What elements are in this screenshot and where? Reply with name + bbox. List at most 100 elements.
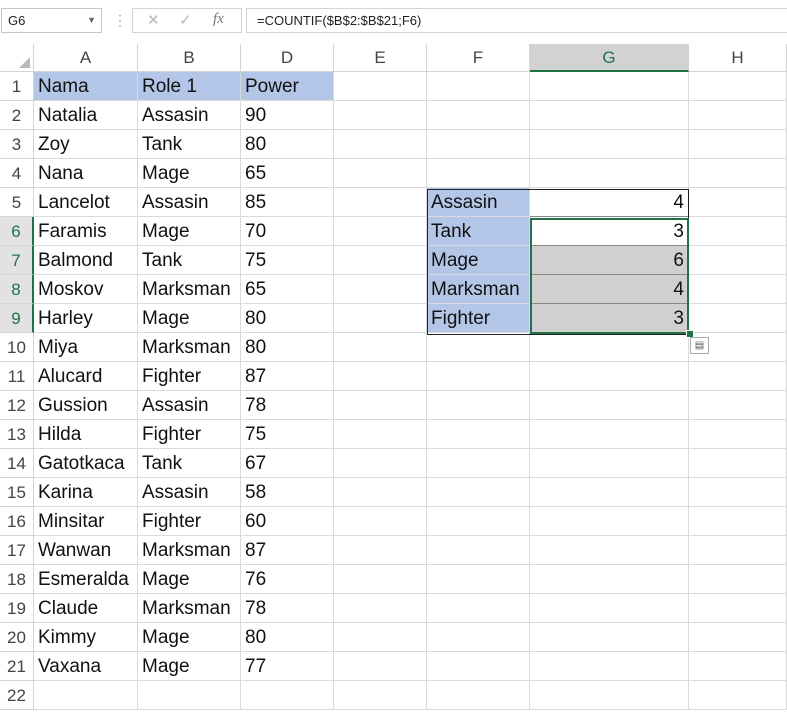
cell[interactable] [427, 420, 530, 449]
row-header-16[interactable]: 16 [0, 507, 34, 536]
cell[interactable] [334, 101, 427, 130]
cell[interactable] [334, 536, 427, 565]
table-cell[interactable]: Marksman [138, 536, 241, 565]
table-cell[interactable]: Vaxana [34, 652, 138, 681]
table-cell[interactable]: 80 [241, 304, 334, 333]
row-header-2[interactable]: 2 [0, 101, 34, 130]
formula-input[interactable]: =COUNTIF($B$2:$B$21;F6) [246, 8, 787, 33]
cell[interactable] [530, 565, 689, 594]
row-header-13[interactable]: 13 [0, 420, 34, 449]
cell[interactable] [334, 72, 427, 101]
table-cell[interactable]: Tank [138, 130, 241, 159]
cancel-icon[interactable]: ✕ [147, 11, 160, 29]
column-header-g[interactable]: G [530, 44, 689, 72]
summary-role-cell[interactable]: Mage [427, 246, 530, 275]
table-cell[interactable]: Hilda [34, 420, 138, 449]
table-cell[interactable]: Harley [34, 304, 138, 333]
cell[interactable] [689, 623, 787, 652]
row-header-5[interactable]: 5 [0, 188, 34, 217]
cell[interactable] [689, 246, 787, 275]
row-header-18[interactable]: 18 [0, 565, 34, 594]
table-cell[interactable]: Fighter [138, 507, 241, 536]
cell[interactable] [530, 159, 689, 188]
table-cell[interactable]: Wanwan [34, 536, 138, 565]
quick-analysis-icon[interactable]: ▤ [690, 337, 709, 354]
row-header-22[interactable]: 22 [0, 681, 34, 710]
cell[interactable] [530, 449, 689, 478]
cell[interactable] [427, 72, 530, 101]
row-header-17[interactable]: 17 [0, 536, 34, 565]
cell[interactable] [530, 478, 689, 507]
table-cell[interactable]: Marksman [138, 275, 241, 304]
row-header-15[interactable]: 15 [0, 478, 34, 507]
cell[interactable] [334, 159, 427, 188]
cell[interactable] [530, 101, 689, 130]
summary-role-cell[interactable]: Tank [427, 217, 530, 246]
cell[interactable] [334, 333, 427, 362]
cell[interactable] [689, 420, 787, 449]
cell[interactable] [334, 217, 427, 246]
table-cell[interactable]: Kimmy [34, 623, 138, 652]
cell[interactable] [334, 246, 427, 275]
table-cell[interactable]: 77 [241, 652, 334, 681]
cell[interactable] [138, 681, 241, 710]
cell[interactable] [334, 420, 427, 449]
cell[interactable] [334, 507, 427, 536]
insert-function-icon[interactable]: fx [213, 11, 224, 28]
cell[interactable] [530, 507, 689, 536]
cell[interactable] [334, 478, 427, 507]
cell[interactable] [689, 188, 787, 217]
row-header-1[interactable]: 1 [0, 72, 34, 101]
summary-role-cell[interactable]: Fighter [427, 304, 530, 333]
table-cell[interactable]: 80 [241, 130, 334, 159]
cell[interactable] [530, 652, 689, 681]
table-cell[interactable]: Mage [138, 652, 241, 681]
column-header-f[interactable]: F [427, 44, 530, 72]
table-cell[interactable]: Faramis [34, 217, 138, 246]
table-cell[interactable]: 65 [241, 159, 334, 188]
cell[interactable] [689, 652, 787, 681]
summary-count-cell[interactable]: 4 [530, 188, 689, 217]
table-cell[interactable]: Mage [138, 304, 241, 333]
summary-role-cell[interactable]: Marksman [427, 275, 530, 304]
cell[interactable] [689, 217, 787, 246]
cell[interactable] [427, 130, 530, 159]
row-header-20[interactable]: 20 [0, 623, 34, 652]
cell[interactable] [530, 362, 689, 391]
table-cell[interactable]: 60 [241, 507, 334, 536]
table-cell[interactable]: 80 [241, 623, 334, 652]
row-header-11[interactable]: 11 [0, 362, 34, 391]
table-cell[interactable]: Gussion [34, 391, 138, 420]
table-cell[interactable]: 78 [241, 594, 334, 623]
column-header-d[interactable]: D [241, 44, 334, 72]
cell[interactable] [427, 565, 530, 594]
cell[interactable] [530, 420, 689, 449]
cell[interactable] [334, 304, 427, 333]
table-cell[interactable]: Assasin [138, 478, 241, 507]
table-cell[interactable]: Moskov [34, 275, 138, 304]
cell[interactable] [689, 101, 787, 130]
table-cell[interactable]: Esmeralda [34, 565, 138, 594]
row-header-4[interactable]: 4 [0, 159, 34, 188]
cell[interactable] [689, 594, 787, 623]
column-header-a[interactable]: A [34, 44, 138, 72]
cell[interactable] [689, 275, 787, 304]
cell[interactable] [427, 536, 530, 565]
cell[interactable] [334, 275, 427, 304]
table-cell[interactable]: 75 [241, 246, 334, 275]
cell[interactable] [689, 72, 787, 101]
cell[interactable] [427, 159, 530, 188]
cell[interactable] [427, 594, 530, 623]
table-header-cell[interactable]: Nama [34, 72, 138, 101]
table-cell[interactable]: 67 [241, 449, 334, 478]
table-cell[interactable]: Tank [138, 449, 241, 478]
cell[interactable] [427, 362, 530, 391]
cell[interactable] [427, 652, 530, 681]
table-cell[interactable]: Mage [138, 623, 241, 652]
table-cell[interactable]: 87 [241, 362, 334, 391]
cell[interactable] [530, 681, 689, 710]
cell[interactable] [689, 565, 787, 594]
name-box[interactable]: G6 ▼ [1, 8, 102, 33]
table-cell[interactable]: Minsitar [34, 507, 138, 536]
cell[interactable] [530, 391, 689, 420]
